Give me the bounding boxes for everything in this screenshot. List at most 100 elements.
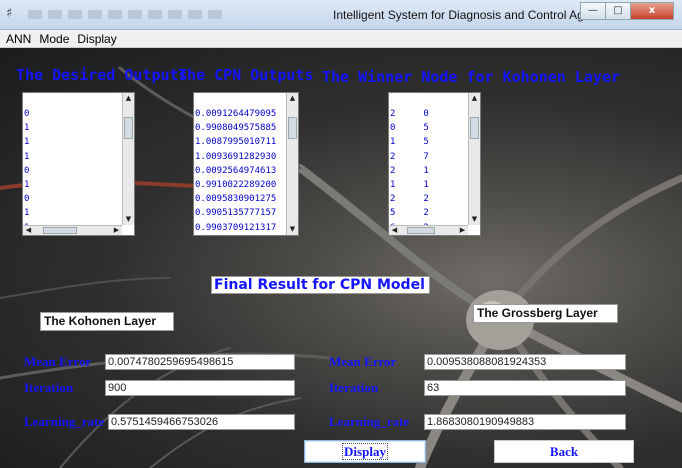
maximize-icon[interactable]: □ — [605, 2, 631, 20]
back-button[interactable]: Back — [494, 440, 634, 463]
list-cell: 1 — [24, 208, 30, 219]
window-controls: — □ x — [580, 2, 674, 20]
list-cell: 1 — [423, 180, 429, 191]
list-item[interactable]: 0.0092564974613 — [195, 164, 276, 178]
scroll-up-icon[interactable]: ▲ — [123, 93, 134, 104]
grossberg-iteration-field[interactable]: 63 — [424, 380, 626, 396]
list-cell: 5 — [423, 123, 429, 134]
list-cell: 7 — [423, 151, 429, 162]
scroll-left-icon[interactable]: ◀ — [23, 226, 34, 235]
list-cell: 2 — [390, 109, 396, 119]
quick-access-toolbar — [28, 10, 222, 20]
menu-display[interactable]: Display — [77, 30, 116, 47]
list-cell: 0.9903709121317 — [195, 222, 277, 233]
menu-bar: ANN Mode Display — [0, 30, 682, 48]
list-cell: 2 — [423, 208, 429, 219]
list-cell: 2 — [390, 151, 396, 162]
list-cell: 2 — [390, 194, 396, 205]
app-icon[interactable]: ♯ — [6, 6, 22, 22]
scroll-down-icon[interactable]: ▼ — [123, 214, 134, 225]
list-cell: 0.0092564974613 — [195, 165, 277, 176]
toolbar-icon[interactable] — [88, 10, 102, 19]
list-cell: 0 — [24, 109, 30, 119]
desired-list-hscrollbar[interactable]: ◀ ▶ — [23, 225, 122, 235]
toolbar-icon[interactable] — [148, 10, 162, 19]
toolbar-icon[interactable] — [168, 10, 182, 19]
scroll-thumb[interactable] — [43, 227, 77, 234]
list-cell: 1 — [24, 137, 30, 148]
list-item[interactable]: 1 — [24, 121, 29, 135]
heading-desired-outputs: The Desired Outputs — [16, 66, 188, 84]
scroll-up-icon[interactable]: ▲ — [469, 93, 480, 104]
list-item[interactable]: 15 — [390, 135, 429, 149]
display-button[interactable]: Display — [304, 440, 426, 463]
desired-outputs-list[interactable]: 011101011 ▲ ▼ ◀ ▶ — [22, 92, 135, 236]
toolbar-icon[interactable] — [188, 10, 202, 19]
list-cell: 5 — [423, 137, 429, 148]
list-item[interactable]: 1 — [24, 178, 29, 192]
scroll-left-icon[interactable]: ◀ — [389, 226, 400, 235]
list-item[interactable]: 0.9908049575885 — [195, 121, 276, 135]
list-item[interactable]: 0.0095830901275 — [195, 192, 276, 206]
list-item[interactable]: 11 — [390, 178, 429, 192]
close-icon[interactable]: x — [630, 2, 674, 20]
toolbar-icon[interactable] — [68, 10, 82, 19]
cpn-list-vscrollbar[interactable]: ▲ ▼ — [286, 93, 298, 235]
kohonen-learning-rate-field[interactable]: 0.5751459466753026 — [108, 414, 295, 430]
minimize-icon[interactable]: — — [580, 2, 606, 20]
scroll-down-icon[interactable]: ▼ — [287, 224, 298, 235]
list-item[interactable]: 0 — [24, 107, 29, 121]
toolbar-icon[interactable] — [48, 10, 62, 19]
toolbar-icon[interactable] — [108, 10, 122, 19]
list-item[interactable]: 0 — [24, 192, 29, 206]
list-item[interactable]: 1 — [24, 150, 29, 164]
winner-node-list[interactable]: 200515272111225262 ▲ ▼ ◀ ▶ — [388, 92, 481, 236]
winner-list-hscrollbar[interactable]: ◀ ▶ — [389, 225, 468, 235]
list-item[interactable]: 05 — [390, 121, 429, 135]
toolbar-icon[interactable] — [128, 10, 142, 19]
grossberg-learning-rate-field[interactable]: 1.8683080190949883 — [424, 414, 626, 430]
scroll-thumb[interactable] — [288, 117, 297, 139]
list-item[interactable]: 0 — [24, 164, 29, 178]
cpn-outputs-list[interactable]: 0.0091264479095 0.9908049575885 1.00879950… — [193, 92, 299, 236]
winner-list-vscrollbar[interactable]: ▲ ▼ — [468, 93, 480, 225]
list-item[interactable]: 22 — [390, 192, 429, 206]
list-cell: 0 — [24, 194, 30, 205]
winner-node-values: 200515272111225262 — [390, 107, 429, 235]
list-item[interactable]: 0.9905135777157 — [195, 206, 276, 220]
list-item[interactable]: 1 — [24, 135, 29, 149]
scroll-right-icon[interactable]: ▶ — [111, 226, 122, 235]
list-item[interactable]: 20 — [390, 107, 429, 121]
list-item[interactable]: 1 — [24, 206, 29, 220]
list-cell: 2 — [423, 194, 429, 205]
toolbar-icon[interactable] — [208, 10, 222, 19]
list-item[interactable]: 21 — [390, 164, 429, 178]
toolbar-icon[interactable] — [28, 10, 42, 19]
menu-mode[interactable]: Mode — [39, 30, 69, 47]
grossberg-iteration-label: Iteration — [329, 380, 379, 395]
list-cell: 0 — [390, 123, 396, 134]
scroll-thumb[interactable] — [470, 117, 479, 139]
list-item[interactable]: 1.0093691282930 — [195, 150, 276, 164]
scroll-right-icon[interactable]: ▶ — [457, 226, 468, 235]
scroll-thumb[interactable] — [407, 227, 435, 234]
desired-list-vscrollbar[interactable]: ▲ ▼ — [122, 93, 134, 225]
list-cell: 1 — [24, 180, 30, 191]
kohonen-iteration-field[interactable]: 900 — [105, 380, 295, 396]
list-item[interactable]: 0.9903709121317 — [195, 221, 276, 235]
list-item[interactable]: 0.9910022289200 — [195, 178, 276, 192]
list-cell: 0.9910022289200 — [195, 180, 277, 191]
kohonen-mean-error-field[interactable]: 0.0074780259695498615 — [105, 354, 295, 370]
heading-cpn-outputs: The CPN Outputs — [178, 66, 314, 84]
desired-outputs-values: 011101011 — [24, 107, 29, 235]
final-result-label: Final Result for CPN Model — [211, 276, 430, 294]
scroll-thumb[interactable] — [124, 117, 133, 139]
scroll-down-icon[interactable]: ▼ — [469, 214, 480, 225]
scroll-up-icon[interactable]: ▲ — [287, 93, 298, 104]
list-item[interactable]: 1.0087995010711 — [195, 135, 276, 149]
grossberg-mean-error-field[interactable]: 0.009538088081924353 — [424, 354, 626, 370]
list-item[interactable]: 0.0091264479095 — [195, 107, 276, 121]
list-item[interactable]: 27 — [390, 150, 429, 164]
menu-ann[interactable]: ANN — [6, 30, 31, 47]
list-item[interactable]: 52 — [390, 206, 429, 220]
